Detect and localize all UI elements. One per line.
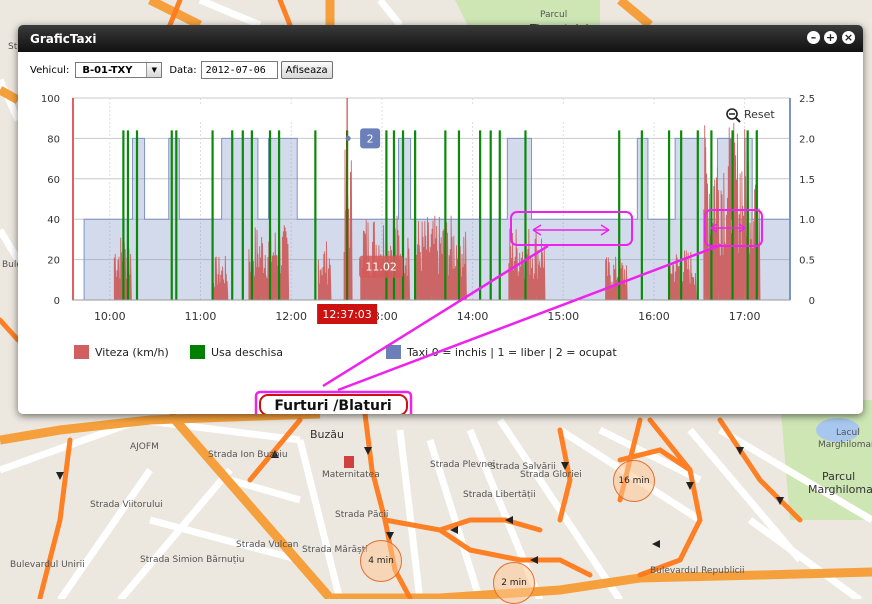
crosshair-time-label: 12:37:03 bbox=[322, 308, 371, 321]
map-street-label: Marghiloman bbox=[808, 483, 872, 496]
y2-tick-label: 2.5 bbox=[799, 94, 815, 105]
x-tick-label: 15:00 bbox=[547, 310, 579, 323]
map-street-label: Marghiloman bbox=[818, 440, 872, 450]
y2-tick-label: 0 bbox=[809, 296, 815, 307]
y-tick-label: 0 bbox=[54, 296, 60, 307]
y2-tick-label: 1.0 bbox=[799, 215, 815, 226]
x-tick-label: 14:00 bbox=[457, 310, 489, 323]
map-street-label: Strada Mărăști bbox=[302, 545, 368, 555]
y-tick-label: 80 bbox=[47, 134, 60, 145]
tooltip-point bbox=[345, 135, 351, 141]
eta-badge[interactable]: 4 min bbox=[360, 540, 402, 582]
taxi-chart: 0 20 40 60 80 100 0 0.5 1.0 1.5 2.0 2.5 10:00 11:00 12… bbox=[41, 94, 815, 414]
legend-swatch bbox=[386, 345, 401, 359]
legend-label: Usa deschisa bbox=[211, 346, 283, 359]
y-tick-label: 40 bbox=[47, 215, 60, 226]
map-street-label: Bulevardul Republicii bbox=[650, 566, 745, 576]
map-street-label: Lacul bbox=[836, 428, 860, 438]
chart-header-mask bbox=[396, 104, 731, 120]
x-tick-label: 10:00 bbox=[94, 310, 126, 323]
map-street-label: Strada Păcii bbox=[335, 510, 389, 520]
y2-tick-label: 2.0 bbox=[799, 134, 815, 145]
maximize-icon[interactable]: + bbox=[824, 31, 837, 44]
map-street-label: Buzău bbox=[310, 428, 345, 441]
map-street-label: Bulevardul Unirii bbox=[10, 560, 85, 570]
map-street-label: AJOFM bbox=[130, 442, 159, 452]
map-street-label: Strada Viitorului bbox=[90, 500, 163, 510]
window-titlebar[interactable]: GraficTaxi – + × bbox=[18, 25, 863, 52]
y2-tick-label: 0.5 bbox=[799, 256, 815, 267]
minimize-icon[interactable]: – bbox=[807, 31, 820, 44]
window-title: GraficTaxi bbox=[30, 31, 97, 46]
legend-swatch bbox=[190, 345, 205, 359]
y2-tick-label: 1.5 bbox=[799, 175, 815, 186]
x-tick-label: 16:00 bbox=[638, 310, 670, 323]
y-tick-label: 100 bbox=[41, 94, 60, 105]
speed-tooltip-label: 11.02 bbox=[365, 261, 397, 274]
map-street-label: Maternitatea bbox=[322, 470, 380, 480]
annotation-label: Furturi /Blaturi bbox=[274, 398, 391, 414]
map-street-label: Strada Ion Buzoiu bbox=[208, 450, 288, 460]
chart-header-mask bbox=[120, 104, 298, 120]
legend-label: Viteza (km/h) bbox=[95, 346, 169, 359]
x-tick-label: 17:00 bbox=[729, 310, 761, 323]
state-tooltip-label: 2 bbox=[367, 132, 374, 145]
x-tick-label: 11:00 bbox=[185, 310, 217, 323]
map-street-label: Strada Vulcan bbox=[236, 540, 299, 550]
x-tick-label: 12:00 bbox=[275, 310, 307, 323]
map-street-label: Strada Libertății bbox=[463, 490, 536, 500]
close-icon[interactable]: × bbox=[842, 31, 855, 44]
map-street-label: Parcul bbox=[822, 470, 856, 483]
grafic-taxi-window: GraficTaxi – + × Vehicul: B-01-TXY ▼ Dat… bbox=[18, 25, 863, 414]
map-street-label: Strada Simion Bărnuțiu bbox=[140, 555, 245, 565]
eta-badge[interactable]: 16 min bbox=[613, 460, 655, 502]
map-street-label: Strada Gloriei bbox=[520, 470, 582, 480]
map-street-label: Strada Plevnei bbox=[430, 460, 496, 470]
y-tick-label: 60 bbox=[47, 175, 60, 186]
zoom-out-icon-handle[interactable] bbox=[735, 117, 741, 123]
legend-swatch bbox=[74, 345, 89, 359]
y-tick-label: 20 bbox=[47, 256, 60, 267]
map-street-label: Parcul bbox=[540, 10, 568, 20]
reset-zoom-button[interactable]: Reset bbox=[744, 108, 775, 121]
eta-badge[interactable]: 2 min bbox=[493, 562, 535, 604]
